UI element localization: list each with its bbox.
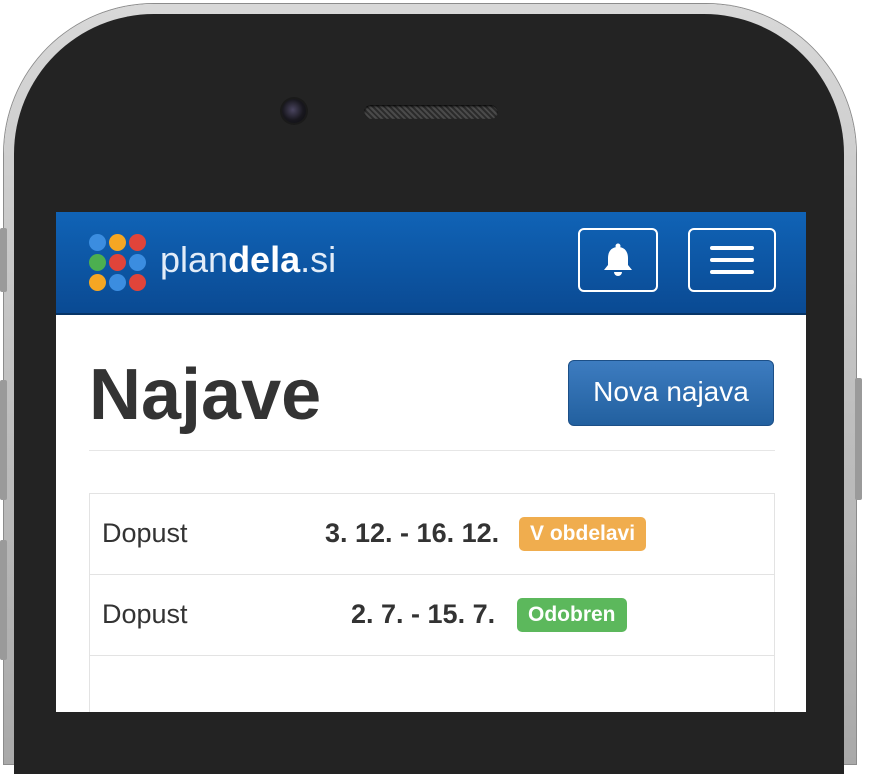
brand-part-light: plan [160, 239, 229, 280]
logo-dot [89, 234, 106, 251]
earpiece-speaker [364, 105, 498, 119]
new-request-button[interactable]: Nova najava [568, 360, 774, 426]
logo-icon[interactable] [89, 234, 149, 294]
page-title: Najave [89, 355, 322, 435]
requests-list: Dopust 3. 12. - 16. 12. V obdelavi Dopus… [89, 493, 775, 712]
request-dates: 3. 12. - 16. 12. [325, 518, 500, 548]
brand-part-bold: dela [228, 239, 301, 280]
logo-dot [89, 274, 106, 291]
list-item[interactable]: Dopust 3. 12. - 16. 12. V obdelavi [89, 493, 775, 574]
logo-dot [129, 274, 146, 291]
logo-dot [89, 254, 106, 271]
phone-power-button [855, 378, 862, 500]
divider [89, 450, 775, 451]
brand-name[interactable]: plandela.si [160, 239, 336, 281]
request-dates: 2. 7. - 15. 7. [351, 599, 496, 629]
phone-side-button [0, 540, 7, 660]
status-badge: V obdelavi [519, 517, 647, 551]
logo-dot [129, 234, 146, 251]
app-screen: plandela.si Najave Nova najava Dopust 3.… [56, 212, 806, 712]
logo-dot [109, 234, 126, 251]
navbar: plandela.si [56, 212, 806, 315]
request-type: Dopust [102, 599, 188, 629]
phone-side-button [0, 228, 7, 292]
list-item[interactable] [89, 655, 775, 712]
status-badge: Odobren [517, 598, 627, 632]
menu-toggle-button[interactable] [688, 228, 776, 292]
bell-icon [604, 243, 632, 276]
notifications-button[interactable] [578, 228, 658, 292]
logo-dot [109, 254, 126, 271]
logo-dot [109, 274, 126, 291]
request-type: Dopust [102, 518, 188, 548]
list-item[interactable]: Dopust 2. 7. - 15. 7. Odobren [89, 574, 775, 655]
front-camera [282, 99, 306, 123]
logo-dot [129, 254, 146, 271]
brand-part-suffix: .si [300, 239, 337, 280]
phone-side-button [0, 380, 7, 500]
